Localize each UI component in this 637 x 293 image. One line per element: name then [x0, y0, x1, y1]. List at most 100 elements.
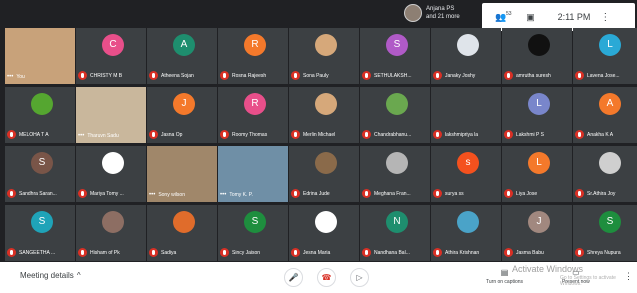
- activate-windows-watermark: Activate Windows: [512, 264, 584, 274]
- avatar: J: [528, 211, 550, 233]
- participant-name: You: [16, 74, 25, 80]
- avatar: [102, 152, 124, 174]
- participant-tile[interactable]: A Atheena Sojan: [147, 28, 217, 84]
- participant-tile[interactable]: S SANGEETHA ...: [5, 205, 75, 261]
- presenter-avatar: [404, 4, 422, 22]
- muted-mic-icon: [433, 189, 442, 198]
- participant-tile[interactable]: S Shreya Nupura: [573, 205, 637, 261]
- participant-name: Roomy Thomas: [232, 131, 268, 138]
- participant-tile[interactable]: Edrina Jude: [289, 146, 359, 202]
- participant-tile[interactable]: Janaky Joshy: [431, 28, 501, 84]
- muted-mic-icon: [149, 130, 158, 139]
- participant-name: Hisham of Pk: [90, 249, 120, 256]
- avatar: [315, 211, 337, 233]
- people-count: 53: [506, 11, 512, 17]
- muted-mic-icon: [7, 248, 16, 257]
- more-options-icon[interactable]: ⋮: [600, 12, 610, 23]
- meeting-details-button[interactable]: Meeting details ^: [20, 271, 81, 280]
- participant-name: CHRISTY M B: [90, 72, 123, 79]
- participant-tile[interactable]: ••• Tharuvn Sadu: [76, 87, 146, 143]
- participant-tile[interactable]: Sona Pauly: [289, 28, 359, 84]
- presenter-info[interactable]: Anjana PS and 21 more: [404, 4, 460, 22]
- muted-mic-icon: [7, 189, 16, 198]
- participant-tile[interactable]: MELOHA T A: [5, 87, 75, 143]
- participant-tile[interactable]: ••• Tomy K. P.: [218, 146, 288, 202]
- audio-activity-icon: •••: [78, 133, 85, 139]
- participant-tile[interactable]: amrutha suresh: [502, 28, 572, 84]
- muted-mic-icon: [575, 71, 584, 80]
- muted-mic-icon: [220, 130, 229, 139]
- muted-mic-icon: [504, 71, 513, 80]
- avatar: L: [599, 34, 621, 56]
- avatar: R: [244, 93, 266, 115]
- avatar: [315, 34, 337, 56]
- participant-tile[interactable]: N Nandhana Bal...: [360, 205, 430, 261]
- muted-mic-icon: [575, 189, 584, 198]
- participant-name: amrutha suresh: [516, 72, 551, 79]
- participant-name: Jasma Babu: [516, 249, 544, 256]
- participant-tile[interactable]: ••• Sony wilson: [147, 146, 217, 202]
- avatar: [457, 34, 479, 56]
- avatar: S: [31, 152, 53, 174]
- participant-tile[interactable]: R Roomy Thomas: [218, 87, 288, 143]
- participant-name: Sandhra Saran...: [19, 190, 57, 197]
- avatar: S: [386, 34, 408, 56]
- end-call-button[interactable]: ☎: [317, 268, 336, 287]
- presenter-name: Anjana PS: [426, 6, 455, 12]
- participant-name: SETHULAKSH...: [374, 72, 412, 79]
- participant-tile[interactable]: S Sandhra Saran...: [5, 146, 75, 202]
- participant-tile[interactable]: Chandrabhanu...: [360, 87, 430, 143]
- chat-icon[interactable]: ▣: [522, 10, 540, 24]
- avatar: S: [31, 211, 53, 233]
- activate-windows-sub: Go to Settings to activate Windows.: [560, 275, 616, 287]
- muted-mic-icon: [362, 189, 371, 198]
- participant-tile[interactable]: ••• You: [5, 28, 75, 84]
- participant-name: surya ss: [445, 190, 464, 197]
- muted-mic-icon: [504, 130, 513, 139]
- avatar: L: [528, 93, 550, 115]
- participant-tile[interactable]: A Anakha K A: [573, 87, 637, 143]
- avatar: A: [173, 34, 195, 56]
- microphone-button[interactable]: 🎤: [284, 268, 303, 287]
- phone-hangup-icon: ☎: [321, 273, 332, 282]
- participant-tile[interactable]: Mariya Tomy ...: [76, 146, 146, 202]
- participant-name: Janaky Joshy: [445, 72, 476, 79]
- participant-name: Jasna Op: [161, 131, 183, 138]
- participant-name: Shreya Nupura: [587, 249, 621, 256]
- participant-name: Sadiya: [161, 249, 177, 256]
- participant-name: MELOHA T A: [19, 131, 49, 138]
- participant-tile[interactable]: R Rosna Rajeesh: [218, 28, 288, 84]
- participant-tile[interactable]: Sadiya: [147, 205, 217, 261]
- participant-tile[interactable]: lakshmipriya la: [431, 87, 501, 143]
- participant-tile[interactable]: Merlin Michael: [289, 87, 359, 143]
- participant-tile[interactable]: Jesna Maria: [289, 205, 359, 261]
- participant-tile[interactable]: S Sincy Jaison: [218, 205, 288, 261]
- participant-tile[interactable]: C CHRISTY M B: [76, 28, 146, 84]
- participant-tile[interactable]: s surya ss: [431, 146, 501, 202]
- camera-icon: ▷: [356, 273, 363, 282]
- participant-tile[interactable]: J Jasna Op: [147, 87, 217, 143]
- audio-activity-icon: •••: [149, 192, 156, 198]
- participant-tile[interactable]: S SETHULAKSH...: [360, 28, 430, 84]
- participant-tile[interactable]: Meghana Fran...: [360, 146, 430, 202]
- participant-tile[interactable]: L Lavena Jose...: [573, 28, 637, 84]
- participant-name: SANGEETHA ...: [19, 249, 56, 256]
- muted-mic-icon: [220, 71, 229, 80]
- participant-tile[interactable]: Hisham of Pk: [76, 205, 146, 261]
- participant-tile[interactable]: J Jasma Babu: [502, 205, 572, 261]
- avatar: L: [528, 152, 550, 174]
- muted-mic-icon: [433, 130, 442, 139]
- avatar: [457, 211, 479, 233]
- participant-tile[interactable]: Sr.Athira Joy: [573, 146, 637, 202]
- muted-mic-icon: [575, 130, 584, 139]
- participant-tile[interactable]: L Lakshmi P S: [502, 87, 572, 143]
- participant-tile[interactable]: Athira Krishnan: [431, 205, 501, 261]
- participant-name: Tharuvn Sadu: [87, 133, 119, 139]
- avatar: [528, 34, 550, 56]
- participant-tile[interactable]: L Liya Jose: [502, 146, 572, 202]
- avatar: [315, 152, 337, 174]
- chevron-up-icon: ^: [76, 271, 81, 280]
- participant-name: Liya Jose: [516, 190, 538, 197]
- camera-button[interactable]: ▷: [350, 268, 369, 287]
- clock-time: 2:11 PM: [557, 12, 591, 22]
